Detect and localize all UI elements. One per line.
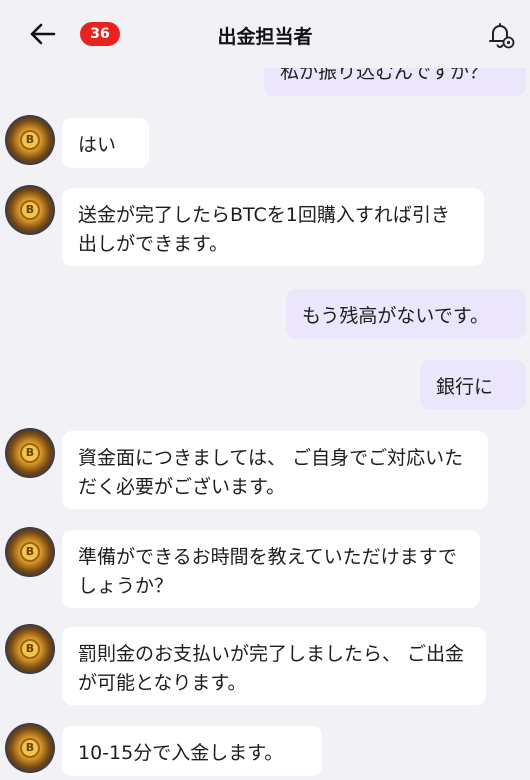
message-text: もう残高がないです。 — [302, 305, 489, 327]
message-bubble-outgoing[interactable]: 銀行に — [420, 360, 526, 410]
bitcoin-avatar-icon[interactable]: B — [5, 527, 55, 577]
message-bubble-outgoing[interactable]: もう残高がないです。 — [286, 289, 526, 339]
message-text: 罰則金のお支払いが完了しましたら、 ご出金が可能となります。 — [78, 643, 465, 694]
message-bubble-incoming[interactable]: 送金が完了したらBTCを1回購入すれば引き出しができます。 — [62, 188, 484, 266]
bitcoin-avatar-icon[interactable]: B — [5, 185, 55, 235]
message-text: 銀行に — [436, 376, 494, 398]
message-bubble-incoming[interactable]: 罰則金のお支払いが完了しましたら、 ご出金が可能となります。 — [62, 627, 486, 705]
chat-header: 36 出金担当者 — [0, 0, 530, 68]
bitcoin-avatar-icon[interactable]: B — [5, 723, 55, 773]
message-text: 準備ができるお時間を教えていただけますでしょうか？ — [78, 546, 457, 597]
message-text: はい — [78, 134, 117, 156]
bell-settings-icon — [489, 23, 515, 49]
notification-settings-button[interactable] — [486, 20, 516, 50]
message-text: 送金が完了したらBTCを1回購入すれば引き出しができます。 — [78, 204, 450, 255]
message-list[interactable]: 私か振り込むんですか？ B はい B 送金が完了したらBTCを1回購入すれば引き… — [0, 0, 530, 780]
message-text: 資金面につきましては、 ご自身でご対応いただく必要がございます。 — [78, 447, 464, 498]
message-text: 10-15分で入金します。 — [78, 742, 284, 764]
message-bubble-incoming[interactable]: 10-15分で入金します。 — [62, 726, 322, 776]
bitcoin-avatar-icon[interactable]: B — [5, 428, 55, 478]
message-bubble-incoming[interactable]: はい — [62, 118, 149, 168]
message-bubble-incoming[interactable]: 資金面につきましては、 ご自身でご対応いただく必要がございます。 — [62, 431, 488, 509]
page-title: 出金担当者 — [217, 26, 313, 48]
bitcoin-avatar-icon[interactable]: B — [5, 115, 55, 165]
message-bubble-incoming[interactable]: 準備ができるお時間を教えていただけますでしょうか？ — [62, 530, 480, 608]
bitcoin-avatar-icon[interactable]: B — [5, 624, 55, 674]
